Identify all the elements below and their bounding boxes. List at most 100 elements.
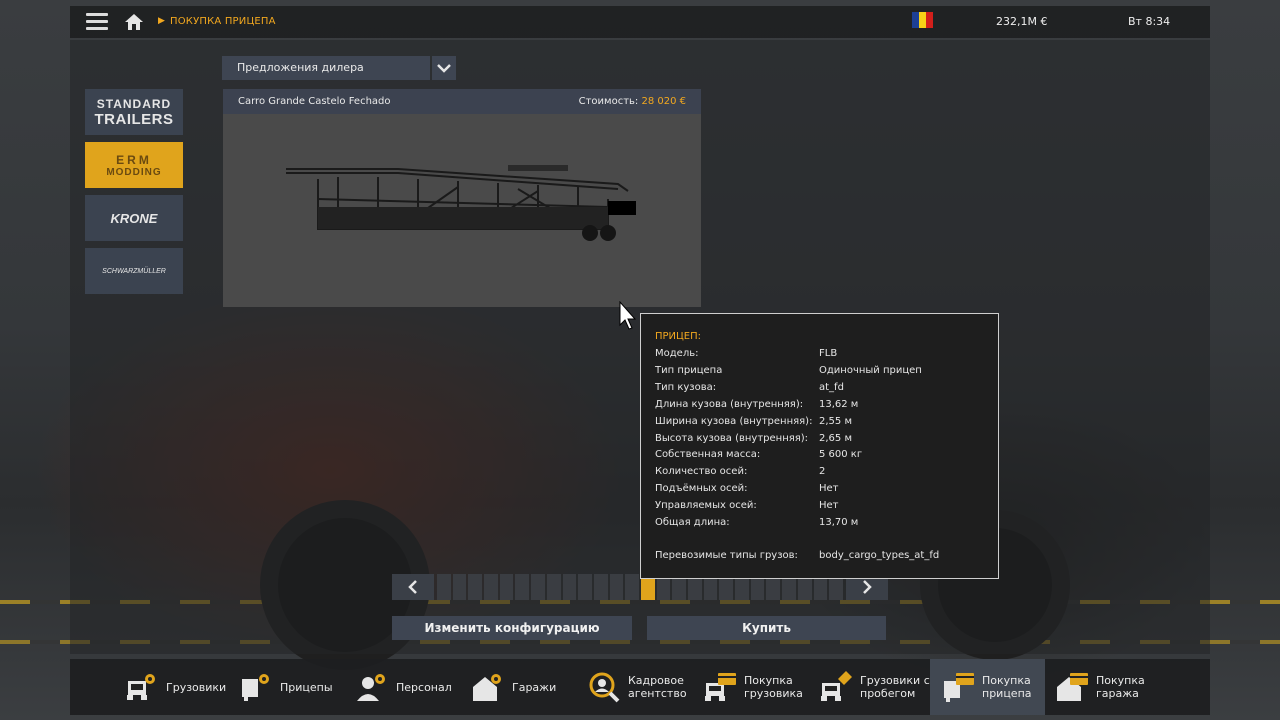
nav-label-line1: Кадровое bbox=[628, 674, 684, 687]
pager-cell[interactable] bbox=[499, 574, 514, 600]
brand-schwarzmuller[interactable]: SCHWARZMÜLLER bbox=[85, 248, 183, 294]
nav-label-line2: прицепа bbox=[982, 687, 1032, 700]
pager-cell[interactable] bbox=[609, 574, 624, 600]
spec-value: Нет bbox=[819, 483, 839, 494]
trailer-gear-icon bbox=[242, 674, 269, 701]
nav-label-line1: Грузовики с bbox=[860, 674, 930, 687]
game-clock: Вт 8:34 bbox=[1128, 15, 1171, 28]
spec-key: Тип прицепа bbox=[655, 365, 723, 376]
nav-label-line1: Покупка bbox=[744, 674, 793, 687]
spec-key: Ширина кузова (внутренняя): bbox=[655, 416, 813, 427]
truck-card-icon bbox=[705, 673, 736, 701]
prev-arrow-icon[interactable] bbox=[392, 574, 434, 600]
country-flag-icon bbox=[912, 12, 933, 28]
spec-value: Одиночный прицеп bbox=[819, 365, 922, 376]
pager-cell[interactable] bbox=[562, 574, 577, 600]
spec-value: 2,55 м bbox=[819, 416, 852, 427]
dealer-offers-dropdown[interactable]: Предложения дилера bbox=[222, 56, 430, 80]
pager-cell[interactable] bbox=[484, 574, 498, 600]
brand-label-line1: STANDARD bbox=[96, 96, 172, 111]
pager-cell[interactable] bbox=[468, 574, 483, 600]
chevron-down-icon[interactable] bbox=[432, 56, 456, 80]
spec-value: at_fd bbox=[819, 382, 844, 393]
nav-trailers[interactable]: Прицепы bbox=[238, 659, 338, 715]
brand-erm-modding[interactable]: ERM MODDING bbox=[85, 142, 183, 188]
nav-label: Гаражи bbox=[512, 680, 557, 694]
nav-label-line1: Покупка bbox=[982, 674, 1031, 687]
spec-value: body_cargo_types_at_fd bbox=[819, 550, 940, 561]
spec-key: Перевозимые типы грузов: bbox=[655, 550, 798, 561]
price-value: 28 020 € bbox=[641, 96, 686, 107]
brand-label: KRONE bbox=[110, 210, 158, 226]
spec-key: Тип кузова: bbox=[655, 382, 717, 393]
trailer-info-tooltip: ПРИЦЕП: Модель: FLB Тип прицепа Одиночный … bbox=[640, 313, 999, 579]
nav-label-line2: грузовика bbox=[744, 687, 803, 700]
spec-key: Высота кузова (внутренняя): bbox=[655, 433, 809, 444]
nav-garages[interactable]: Гаражи bbox=[470, 659, 570, 715]
pager-cell[interactable] bbox=[546, 574, 561, 600]
pager-cell[interactable] bbox=[578, 574, 592, 600]
pager-cell[interactable] bbox=[515, 574, 530, 600]
brand-label-line2: MODDING bbox=[106, 166, 162, 178]
breadcrumb: ПОКУПКА ПРИЦЕПА bbox=[170, 16, 276, 27]
brand-label-line1: ERM bbox=[116, 152, 152, 167]
tooltip-title: ПРИЦЕП: bbox=[655, 331, 702, 342]
brand-krone[interactable]: KRONE bbox=[85, 195, 183, 241]
spec-key: Количество осей: bbox=[655, 466, 748, 477]
spec-value: 13,70 м bbox=[819, 517, 859, 528]
money-balance: 232,1M € bbox=[996, 15, 1048, 28]
nav-label-line2: агентство bbox=[628, 687, 687, 700]
pager-cell[interactable] bbox=[437, 574, 451, 600]
nav-buy-trailer[interactable]: Покупка прицепа bbox=[930, 659, 1045, 715]
change-configuration-button[interactable]: Изменить конфигурацию bbox=[392, 616, 632, 640]
top-bar: ▶ ПОКУПКА ПРИЦЕПА 232,1M € Вт 8:34 bbox=[70, 6, 1210, 38]
spec-value: 2 bbox=[819, 466, 826, 477]
spec-key: Собственная масса: bbox=[655, 449, 761, 460]
pager-cell[interactable] bbox=[452, 574, 467, 600]
brand-label: SCHWARZMÜLLER bbox=[102, 267, 166, 275]
agency-search-icon bbox=[589, 672, 620, 703]
person-gear-icon bbox=[357, 674, 385, 701]
spec-key: Общая длина: bbox=[655, 517, 730, 528]
trailer-preview-card: Carro Grande Castelo Fechado Стоимость: … bbox=[223, 89, 701, 307]
mouse-cursor-icon bbox=[619, 301, 637, 330]
spec-key: Длина кузова (внутренняя): bbox=[655, 399, 804, 410]
nav-label: Персонал bbox=[396, 680, 452, 694]
nav-label-line2: гаража bbox=[1096, 687, 1139, 700]
pager-cell[interactable] bbox=[625, 574, 639, 600]
spec-key: Подъёмных осей: bbox=[655, 483, 748, 494]
home-icon[interactable] bbox=[124, 12, 144, 32]
truck-tag-icon bbox=[821, 671, 852, 701]
spec-key: Управляемых осей: bbox=[655, 500, 757, 511]
garage-card-icon bbox=[1057, 673, 1088, 701]
nav-recruitment-agency[interactable]: Кадровое агентство bbox=[586, 659, 696, 715]
nav-used-trucks[interactable]: Грузовики с пробегом bbox=[818, 659, 930, 715]
spec-value: 2,65 м bbox=[819, 433, 852, 444]
brand-standard-trailers[interactable]: STANDARD TRAILERS bbox=[85, 89, 183, 135]
nav-staff[interactable]: Персонал bbox=[354, 659, 454, 715]
nav-label-line1: Покупка bbox=[1096, 674, 1145, 687]
spec-value: Нет bbox=[819, 500, 839, 511]
spec-key: Модель: bbox=[655, 348, 699, 359]
trailer-card-icon bbox=[944, 673, 974, 702]
buy-button[interactable]: Купить bbox=[647, 616, 886, 640]
nav-trucks[interactable]: Грузовики bbox=[124, 659, 234, 715]
brand-label-line2: TRAILERS bbox=[94, 110, 174, 128]
pager-cell[interactable] bbox=[593, 574, 608, 600]
garage-gear-icon bbox=[473, 674, 501, 701]
menu-icon[interactable] bbox=[86, 13, 108, 31]
truck-gear-icon bbox=[127, 674, 155, 700]
trailer-name: Carro Grande Castelo Fechado bbox=[238, 96, 391, 107]
pager-cell[interactable] bbox=[531, 574, 545, 600]
preview-header: Carro Grande Castelo Fechado Стоимость: … bbox=[223, 89, 701, 114]
price: Стоимость: 28 020 € bbox=[579, 96, 686, 107]
trailer-image bbox=[286, 165, 636, 241]
nav-buy-truck[interactable]: Покупка грузовика bbox=[702, 659, 812, 715]
nav-buy-garage[interactable]: Покупка гаража bbox=[1054, 659, 1164, 715]
price-label: Стоимость: bbox=[578, 96, 642, 107]
nav-label: Прицепы bbox=[280, 680, 333, 694]
spec-value: FLB bbox=[819, 348, 838, 359]
bottom-navigation: Грузовики Прицепы Персонал Гаражи Кадров… bbox=[70, 659, 1210, 715]
spec-value: 13,62 м bbox=[819, 399, 859, 410]
spec-value: 5 600 кг bbox=[819, 449, 863, 460]
